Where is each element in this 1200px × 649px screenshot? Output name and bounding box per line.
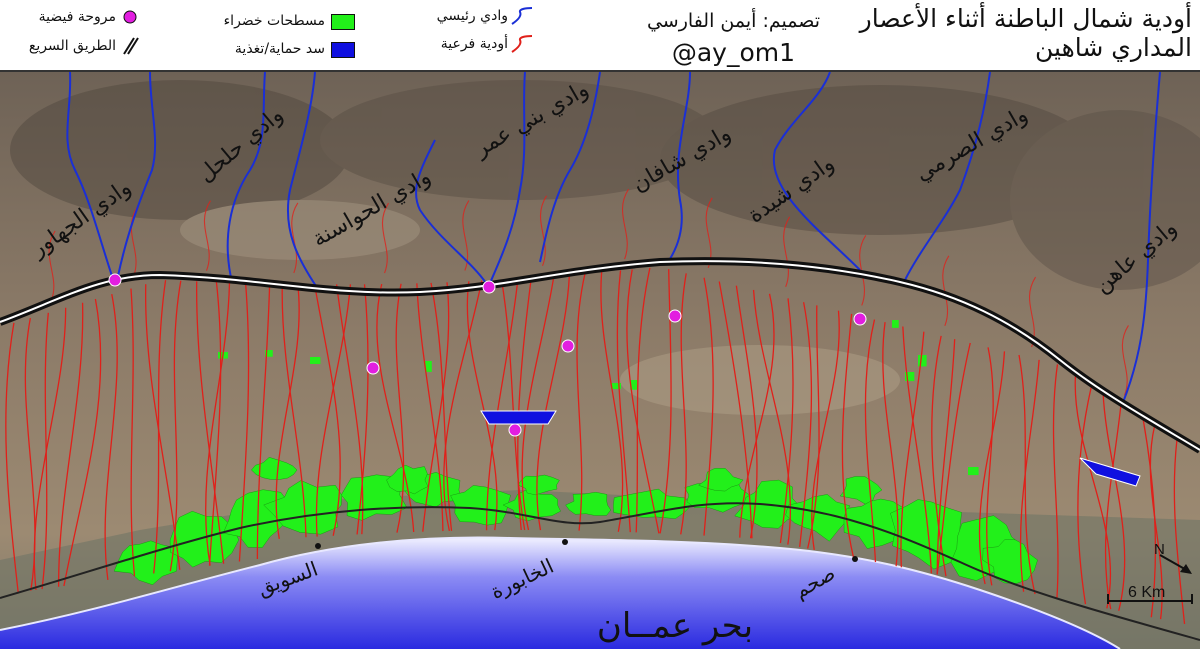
legend-main-wadi: وادي رئيسي xyxy=(436,8,508,24)
designer-handle[interactable]: @ay_om1 xyxy=(672,38,795,67)
scale-label: 6 Km xyxy=(1128,584,1166,601)
green-area xyxy=(310,357,321,364)
map-canvas: وادي الجهاور وادي حلحل وادي الحواسنة واد… xyxy=(0,70,1200,649)
map-title-line2: المداري شاهين xyxy=(1035,33,1192,62)
designer-credit: تصميم: أيمن الفارسي xyxy=(646,10,820,32)
legend-header: أودية شمال الباطنة أثناء الأعصار المداري… xyxy=(0,0,1200,72)
legend-green-areas: مسطحات خضراء xyxy=(223,13,325,29)
alluvial-fan xyxy=(853,312,867,326)
alluvial-fan xyxy=(482,280,496,294)
green-area xyxy=(892,320,899,328)
legend-alluvial-fan: مروحة فيضية xyxy=(38,9,116,25)
dam-central xyxy=(480,410,557,425)
green-area xyxy=(968,467,979,476)
alluvial-fan xyxy=(108,273,122,287)
main-wadi-legend-icon xyxy=(511,7,533,25)
green-area-legend-swatch xyxy=(331,14,355,30)
legend-highway: الطريق السريع xyxy=(28,38,116,54)
town-dot xyxy=(562,539,568,545)
alluvial-fan xyxy=(366,361,380,375)
highway-legend-icon xyxy=(123,37,139,55)
north-label: N xyxy=(1154,541,1165,558)
green-area xyxy=(918,355,927,367)
town-dot xyxy=(315,543,321,549)
map-title-line1: أودية شمال الباطنة أثناء الأعصار xyxy=(859,4,1192,33)
dam-legend-swatch xyxy=(331,42,355,58)
town-dot xyxy=(852,556,858,562)
sea-label: بحر عمــان xyxy=(597,606,753,646)
sub-wadi-legend-icon xyxy=(511,35,533,53)
legend-dam: سد حماية/تغذية xyxy=(234,41,325,57)
alluvial-fan-legend-icon xyxy=(123,10,137,24)
alluvial-fan xyxy=(668,309,682,323)
legend-sub-wadi: أودية فرعية xyxy=(440,36,508,52)
alluvial-fan xyxy=(508,423,522,437)
alluvial-fan xyxy=(561,339,575,353)
